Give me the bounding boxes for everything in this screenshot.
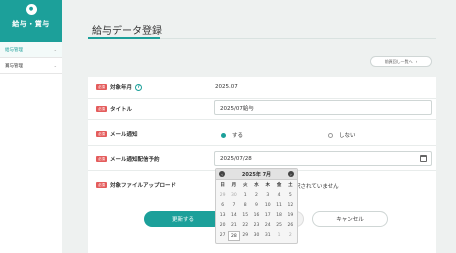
- upload-label: 対象ファイルアップロード: [110, 183, 177, 189]
- calendar-day[interactable]: 8: [240, 201, 251, 211]
- calendar-day[interactable]: 30: [228, 191, 239, 201]
- back-to-list-button[interactable]: 前頁回し一覧へ ›: [370, 56, 432, 67]
- sidebar-item-label: 賞与管理: [5, 63, 23, 69]
- chevron-left-icon[interactable]: ‹: [219, 171, 225, 177]
- mail-notify-yes-label: する: [232, 133, 244, 139]
- weekday-header: 金: [276, 183, 282, 188]
- sidebar-item-salary[interactable]: 給与管理 ⌄: [0, 42, 62, 58]
- cancel-button[interactable]: キャンセル: [312, 211, 388, 227]
- calendar-day[interactable]: 10: [262, 201, 273, 211]
- row-title: 必須 タイトル 2025/07給与: [88, 99, 436, 120]
- title-input[interactable]: 2025/07給与: [214, 100, 432, 115]
- row-target-month: 必須 対象年月? 2025.07: [88, 77, 436, 99]
- calendar-day[interactable]: 9: [251, 201, 262, 211]
- calendar-icon[interactable]: [420, 155, 427, 162]
- required-badge: 必須: [96, 84, 107, 90]
- calendar-day[interactable]: 31: [262, 231, 273, 241]
- mail-schedule-date-input[interactable]: 2025/07/28: [214, 151, 432, 166]
- calendar-day[interactable]: 2: [251, 191, 262, 201]
- mail-notify-no-label: しない: [339, 133, 356, 139]
- page-title: 給与データ登録: [92, 26, 162, 37]
- radio-checked-icon: [221, 132, 226, 138]
- chevron-down-icon: ⌄: [53, 63, 57, 68]
- calendar-day[interactable]: 30: [251, 231, 262, 241]
- update-button[interactable]: 更新する: [144, 211, 222, 227]
- calendar-day[interactable]: 25: [273, 221, 284, 231]
- calendar-day[interactable]: 21: [228, 221, 239, 231]
- help-icon[interactable]: ?: [135, 84, 143, 91]
- target-month-label: 対象年月?: [110, 83, 143, 91]
- weekday-header: 土: [288, 183, 293, 188]
- calendar-day[interactable]: 7: [228, 201, 239, 211]
- sidebar: ● 給与・賞与 給与管理 ⌄ 賞与管理 ⌄: [0, 0, 62, 253]
- title-label: タイトル: [110, 107, 133, 113]
- chevron-right-icon[interactable]: ›: [287, 171, 294, 177]
- date-picker-grid: 日月火水木金土 29 30 1 2 3 4 5 6 7 8 9 10 11 12 13 14 15 16 17 18 19…: [216, 180, 297, 242]
- calendar-day[interactable]: 23: [251, 221, 262, 231]
- calendar-day[interactable]: 27: [217, 231, 228, 241]
- calendar-day[interactable]: 4: [273, 191, 284, 201]
- weekday-header: 月: [231, 183, 237, 188]
- mail-notify-no-radio[interactable]: しない: [328, 131, 356, 139]
- weekday-header: 火: [242, 183, 248, 188]
- calendar-day[interactable]: 14: [228, 211, 239, 221]
- calendar-day[interactable]: 26: [285, 221, 296, 231]
- calendar-day[interactable]: 20: [217, 221, 228, 231]
- calendar-day[interactable]: 6: [217, 201, 228, 211]
- mail-notify-label: メール通知: [110, 132, 138, 138]
- upload-status-text: 択されていません: [295, 184, 339, 190]
- calendar-day[interactable]: 19: [285, 211, 296, 221]
- date-picker-month: 2025年 7月: [241, 171, 272, 178]
- sidebar-item-bonus[interactable]: 賞与管理 ⌄: [0, 58, 62, 74]
- back-to-list-label: 前頁回し一覧へ: [384, 58, 413, 64]
- row-mail-notify: 必須 メール通知 する しない: [88, 122, 436, 146]
- target-month-label-text: 対象年月: [110, 85, 133, 91]
- calendar-day[interactable]: 17: [262, 211, 273, 221]
- sidebar-item-label: 給与管理: [5, 47, 23, 53]
- calendar-day[interactable]: 29: [217, 191, 228, 201]
- calendar-day[interactable]: 11: [273, 201, 284, 211]
- target-month-value: 2025.07: [215, 84, 238, 90]
- calendar-day[interactable]: 18: [273, 211, 284, 221]
- calendar-day[interactable]: 22: [240, 221, 251, 231]
- calendar-day[interactable]: 16: [251, 211, 262, 221]
- required-badge: 必須: [96, 131, 107, 137]
- calendar-day[interactable]: 5: [285, 191, 296, 201]
- mail-schedule-date-value: 2025/07/28: [220, 155, 252, 162]
- mail-notify-yes-radio[interactable]: する: [221, 131, 243, 139]
- weekday-header: 日: [220, 183, 225, 188]
- calendar-day[interactable]: 1: [273, 231, 284, 241]
- user-icon: ●: [25, 4, 37, 15]
- calendar-day[interactable]: 29: [240, 231, 251, 241]
- calendar-day[interactable]: 1: [240, 191, 251, 201]
- calendar-day[interactable]: 2: [285, 231, 296, 241]
- weekday-header: 水: [254, 183, 259, 188]
- calendar-day[interactable]: 15: [240, 211, 251, 221]
- calendar-day[interactable]: 13: [217, 211, 228, 221]
- date-picker-header: ‹ 2025年 7月 ›: [216, 169, 297, 180]
- calendar-day[interactable]: 24: [262, 221, 273, 231]
- weekday-header: 木: [265, 183, 271, 188]
- sidebar-header: ● 給与・賞与: [0, 0, 62, 42]
- calendar-day[interactable]: 12: [285, 201, 296, 211]
- date-picker: ‹ 2025年 7月 › 日月火水木金土 29 30 1 2 3 4 5 6 7 8 9 10 11 12 1…: [215, 168, 298, 244]
- required-badge: 必須: [96, 156, 107, 162]
- sidebar-title: 給与・賞与: [12, 20, 50, 28]
- required-badge: 必須: [96, 182, 107, 188]
- chevron-right-icon: ›: [415, 59, 418, 64]
- calendar-day[interactable]: 28: [228, 231, 240, 241]
- radio-unchecked-icon: [328, 132, 333, 138]
- chevron-down-icon: ⌄: [53, 47, 57, 52]
- title-accent-bar: [88, 37, 160, 39]
- required-badge: 必須: [96, 106, 107, 112]
- calendar-day[interactable]: 3: [262, 191, 273, 201]
- mail-schedule-label: メール通知配信予約: [110, 157, 160, 163]
